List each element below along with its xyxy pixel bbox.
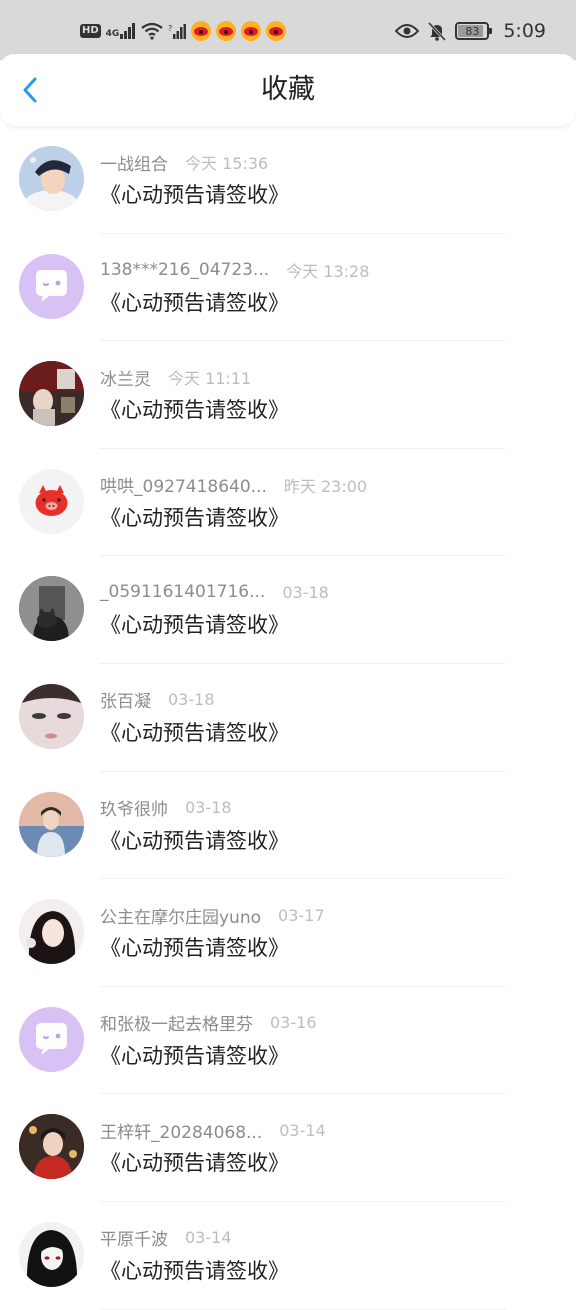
hd-icon: HD bbox=[80, 24, 101, 38]
avatar[interactable] bbox=[19, 1114, 84, 1180]
avatar-photo bbox=[19, 791, 84, 857]
item-title: 《心动预告请签收》 bbox=[100, 720, 289, 745]
list-item[interactable]: 张百凝 03-18 《心动预告请签收》 bbox=[0, 664, 576, 772]
mute-bell-icon bbox=[428, 21, 447, 41]
item-meta: 冰兰灵 今天 11:11 bbox=[100, 365, 252, 390]
avatar[interactable] bbox=[19, 1221, 84, 1287]
item-meta: 哄哄_0927418640... 昨天 23:00 bbox=[100, 473, 368, 498]
item-title: 《心动预告请签收》 bbox=[100, 828, 289, 853]
timestamp: 03-16 bbox=[270, 1013, 317, 1033]
user-name: 玖爷很帅 bbox=[100, 800, 168, 821]
avatar[interactable] bbox=[19, 791, 84, 857]
user-name: 冰兰灵 bbox=[100, 369, 151, 390]
list-item[interactable]: 王梓轩_20284068... 03-14 《心动预告请签收》 bbox=[0, 1094, 576, 1202]
avatar-photo bbox=[19, 576, 84, 642]
favorites-list: 一战组合 今天 15:36 《心动预告请签收》 138***216_04723.… bbox=[0, 126, 576, 1310]
avatar-photo bbox=[19, 1114, 84, 1180]
weibo-notification-icon bbox=[241, 21, 262, 41]
avatar[interactable] bbox=[19, 468, 84, 534]
list-item[interactable]: 和张极一起去格里芬 03-16 《心动预告请签收》 bbox=[0, 987, 576, 1095]
item-meta: 王梓轩_20284068... 03-14 bbox=[100, 1118, 326, 1143]
avatar-photo bbox=[19, 146, 84, 211]
list-item[interactable]: 公主在摩尔庄园yuno 03-17 《心动预告请签收》 bbox=[0, 879, 576, 987]
second-signal-icon: ? bbox=[168, 24, 187, 39]
timestamp: 今天 15:36 bbox=[185, 154, 269, 173]
timestamp: 03-18 bbox=[185, 798, 232, 818]
user-name: 王梓轩_20284068... bbox=[100, 1122, 263, 1143]
timestamp: 03-17 bbox=[278, 905, 325, 925]
item-meta: 和张极一起去格里芬 03-16 bbox=[100, 1011, 317, 1035]
item-meta: _0591161401716... 03-18 bbox=[100, 580, 329, 604]
user-name: 138***216_04723... bbox=[100, 259, 270, 280]
default-chat-avatar-icon bbox=[19, 253, 84, 319]
avatar[interactable] bbox=[19, 146, 84, 211]
user-name: 张百凝 bbox=[100, 692, 151, 713]
user-name: 平原千波 bbox=[100, 1230, 168, 1251]
item-title: 《心动预告请签收》 bbox=[100, 613, 289, 638]
item-title: 《心动预告请签收》 bbox=[100, 398, 289, 423]
item-meta: 138***216_04723... 今天 13:28 bbox=[100, 258, 369, 282]
item-title: 《心动预告请签收》 bbox=[100, 1151, 289, 1176]
avatar[interactable] bbox=[19, 683, 84, 749]
avatar-photo bbox=[19, 683, 84, 749]
item-title: 《心动预告请签收》 bbox=[100, 1258, 289, 1283]
list-item[interactable]: 一战组合 今天 15:36 《心动预告请签收》 bbox=[0, 126, 576, 234]
item-title: 《心动预告请签收》 bbox=[100, 183, 289, 207]
avatar-photo bbox=[19, 1221, 84, 1287]
red-pig-avatar-icon bbox=[19, 468, 84, 534]
list-item[interactable]: 平原千波 03-14 《心动预告请签收》 bbox=[0, 1202, 576, 1310]
list-item[interactable]: 冰兰灵 今天 11:11 《心动预告请签收》 bbox=[0, 341, 576, 449]
timestamp: 03-18 bbox=[168, 690, 215, 710]
battery-icon: 83 bbox=[455, 22, 493, 40]
item-meta: 张百凝 03-18 bbox=[100, 688, 215, 712]
status-right-icons: 83 5:09 bbox=[395, 18, 546, 44]
timestamp: 昨天 23:00 bbox=[283, 476, 368, 496]
mobile-signal-icon: 4G bbox=[106, 23, 137, 39]
status-left-icons: HD 4G ? bbox=[80, 18, 287, 44]
wifi-icon bbox=[141, 22, 164, 40]
avatar-photo bbox=[19, 361, 84, 427]
user-name: 公主在摩尔庄园yuno bbox=[100, 907, 262, 928]
item-title: 《心动预告请签收》 bbox=[100, 505, 289, 530]
weibo-notification-icon bbox=[191, 21, 212, 41]
avatar[interactable] bbox=[19, 253, 84, 319]
divider bbox=[100, 1308, 506, 1310]
header-bar: 收藏 bbox=[0, 54, 576, 126]
user-name: 哄哄_0927418640... bbox=[100, 477, 267, 498]
battery-level: 83 bbox=[465, 24, 480, 38]
item-title: 《心动预告请签收》 bbox=[100, 1043, 289, 1068]
timestamp: 03-14 bbox=[185, 1228, 232, 1248]
clock: 5:09 bbox=[503, 20, 546, 42]
timestamp: 今天 11:11 bbox=[168, 369, 252, 389]
list-item[interactable]: 哄哄_0927418640... 昨天 23:00 《心动预告请签收》 bbox=[0, 449, 576, 557]
item-meta: 玖爷很帅 03-18 bbox=[100, 796, 232, 820]
page-title: 收藏 bbox=[261, 74, 315, 105]
network-type-label: 4G bbox=[105, 29, 120, 39]
item-meta: 平原千波 03-14 bbox=[100, 1226, 232, 1250]
user-name: 和张极一起去格里芬 bbox=[100, 1015, 253, 1036]
item-meta: 一战组合 今天 15:36 bbox=[100, 150, 269, 175]
weibo-notification-icon bbox=[266, 21, 287, 41]
eye-icon bbox=[395, 24, 420, 38]
item-title: 《心动预告请签收》 bbox=[100, 936, 289, 961]
timestamp: 03-18 bbox=[282, 582, 329, 602]
timestamp: 03-14 bbox=[279, 1120, 326, 1140]
avatar-photo bbox=[19, 899, 84, 965]
item-meta: 公主在摩尔庄园yuno 03-17 bbox=[100, 903, 325, 928]
item-title: 《心动预告请签收》 bbox=[100, 290, 289, 315]
timestamp: 今天 13:28 bbox=[286, 261, 370, 281]
default-chat-avatar-icon bbox=[19, 1006, 84, 1072]
avatar[interactable] bbox=[19, 1006, 84, 1072]
status-bar: HD 4G ? 83 5:09 bbox=[0, 0, 576, 60]
weibo-notification-icon bbox=[216, 21, 237, 41]
user-name: 一战组合 bbox=[100, 154, 168, 175]
avatar[interactable] bbox=[19, 576, 84, 642]
svg-text:?: ? bbox=[168, 24, 172, 33]
list-item[interactable]: _0591161401716... 03-18 《心动预告请签收》 bbox=[0, 556, 576, 664]
user-name: _0591161401716... bbox=[100, 582, 266, 603]
avatar[interactable] bbox=[19, 899, 84, 965]
avatar[interactable] bbox=[19, 361, 84, 427]
list-item[interactable]: 玖爷很帅 03-18 《心动预告请签收》 bbox=[0, 772, 576, 880]
list-item[interactable]: 138***216_04723... 今天 13:28 《心动预告请签收》 bbox=[0, 234, 576, 342]
